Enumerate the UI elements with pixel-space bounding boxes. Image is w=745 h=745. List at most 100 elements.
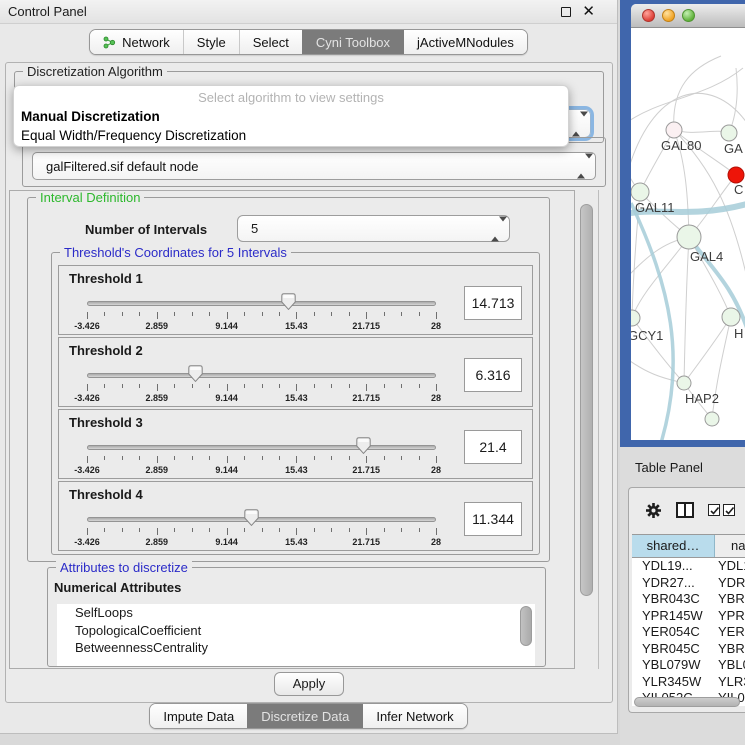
threshold-value-field[interactable]: 6.316 [464, 358, 522, 392]
column-header-shared-name[interactable]: shared… [632, 535, 715, 557]
spinner-arrows-icon [491, 221, 499, 236]
tab-discretize-data[interactable]: Discretize Data [247, 704, 362, 728]
tab-network[interactable]: Network [90, 30, 183, 54]
popup-item-manual-discretization[interactable]: Manual Discretization [14, 107, 568, 126]
column-header-name[interactable]: na [715, 535, 745, 557]
slider-thumb[interactable] [188, 365, 203, 382]
table-row[interactable]: YBL079WYBL0 [632, 657, 745, 674]
network-node-label: GAL80 [661, 138, 701, 153]
tick-mark [122, 528, 123, 532]
checkbox-icon[interactable] [708, 504, 720, 516]
network-node-c[interactable] [728, 167, 744, 183]
slider-track[interactable] [87, 517, 436, 522]
tick-mark [349, 456, 350, 460]
slider-thumb[interactable] [244, 509, 259, 526]
network-node-gal4[interactable] [677, 225, 701, 249]
close-icon[interactable]: ✕ [582, 2, 595, 20]
tick-mark [366, 456, 367, 463]
table-row[interactable]: YDL19...YDL1 [632, 558, 745, 575]
tab-select[interactable]: Select [239, 30, 302, 54]
attribute-list-item[interactable]: SelfLoops [57, 604, 535, 622]
network-canvas[interactable]: GAL80GACGAL11GAL4GCY1HHAP2 [631, 28, 745, 440]
scrollbar-thumb[interactable] [580, 204, 593, 596]
cell-name: YLR3 [715, 674, 745, 691]
table-row[interactable]: YER054CYER0 [632, 624, 745, 641]
network-node-hap2[interactable] [677, 376, 691, 390]
minimize-yellow-icon[interactable] [662, 9, 675, 22]
float-window-icon[interactable] [561, 7, 571, 17]
slider-track[interactable] [87, 301, 436, 306]
threshold-slider[interactable]: -3.4262.8599.14415.4321.71528 [87, 364, 436, 406]
tick-label: -3.426 [74, 393, 100, 403]
threshold-value-field[interactable]: 11.344 [464, 502, 522, 536]
table-row[interactable]: YBR043CYBR0 [632, 591, 745, 608]
tick-label: 15.43 [285, 465, 308, 475]
number-of-intervals-spinner[interactable]: 5 [237, 215, 510, 242]
table-data-combobox[interactable]: galFiltered.sif default node [32, 152, 596, 180]
tick-mark [436, 384, 437, 391]
tab-cyni-toolbox[interactable]: Cyni Toolbox [302, 30, 403, 54]
network-node-gcy1[interactable] [631, 310, 640, 326]
table-h-scrollbar[interactable] [632, 696, 745, 709]
columns-icon[interactable] [676, 502, 694, 518]
cell-shared-name: YLR345W [632, 674, 715, 691]
slider-track[interactable] [87, 373, 436, 378]
attribute-list-item[interactable]: TopologicalCoefficient [57, 622, 535, 640]
scrollbar-thumb[interactable] [634, 697, 740, 707]
network-node-gal80[interactable] [666, 122, 682, 138]
tick-mark [192, 456, 193, 460]
list-scrollbar[interactable] [520, 606, 532, 646]
threshold-slider[interactable]: -3.4262.8599.14415.4321.71528 [87, 292, 436, 334]
settings-scrollbar[interactable] [575, 190, 599, 669]
tick-mark [87, 312, 88, 319]
network-node[interactable] [705, 412, 719, 426]
tick-mark [157, 312, 158, 319]
gear-icon[interactable] [645, 502, 662, 519]
table-row[interactable]: YBR045CYBR0 [632, 641, 745, 658]
slider-tick-labels: -3.4262.8599.14415.4321.71528 [87, 393, 436, 404]
group-title: Interval Definition [36, 190, 144, 205]
threshold-slider[interactable]: -3.4262.8599.14415.4321.71528 [87, 436, 436, 478]
table-row[interactable]: YLR345WYLR3 [632, 674, 745, 691]
tick-mark [209, 456, 210, 460]
checkbox-icon[interactable] [723, 504, 735, 516]
slider-track[interactable] [87, 445, 436, 450]
tick-mark [262, 456, 263, 460]
tab-impute-data[interactable]: Impute Data [150, 704, 247, 728]
network-node-ga[interactable] [721, 125, 737, 141]
tick-label: 2.859 [146, 393, 169, 403]
threshold-slider[interactable]: -3.4262.8599.14415.4321.71528 [87, 508, 436, 550]
popup-item-equal-width-frequency[interactable]: Equal Width/Frequency Discretization [14, 126, 568, 145]
tab-infer-network[interactable]: Infer Network [362, 704, 466, 728]
tab-jactivemnodules[interactable]: jActiveMNodules [403, 30, 527, 54]
slider-thumb[interactable] [356, 437, 371, 454]
cell-name: YPR1 [715, 608, 745, 625]
zoom-green-icon[interactable] [682, 9, 695, 22]
network-node-h[interactable] [722, 308, 740, 326]
combo-arrows-icon [577, 159, 585, 174]
top-tab-bar: Network Style Select Cyni Toolbox jActiv… [0, 29, 617, 55]
network-edge[interactable] [729, 68, 737, 133]
threshold-value-field[interactable]: 21.4 [464, 430, 522, 464]
slider-thumb[interactable] [281, 293, 296, 310]
tick-mark [331, 528, 332, 532]
network-edge[interactable] [631, 68, 743, 123]
network-edge[interactable] [684, 237, 689, 383]
slider-ticks [87, 312, 436, 320]
tick-mark [349, 528, 350, 532]
tick-mark [174, 384, 175, 388]
tab-style[interactable]: Style [183, 30, 239, 54]
threshold-value-field[interactable]: 14.713 [464, 286, 522, 320]
network-node-gal11[interactable] [631, 183, 649, 201]
apply-button[interactable]: Apply [274, 672, 344, 696]
tick-label: 2.859 [146, 321, 169, 331]
tick-label: 28 [431, 465, 441, 475]
table-header-row: shared… na [632, 534, 745, 558]
close-red-icon[interactable] [642, 9, 655, 22]
attribute-list-item[interactable]: BetweennessCentrality [57, 639, 535, 657]
tick-mark [104, 312, 105, 316]
table-row[interactable]: YDR27...YDR2 [632, 575, 745, 592]
table-toolbar [629, 488, 745, 532]
table-row[interactable]: YPR145WYPR1 [632, 608, 745, 625]
network-edge[interactable] [631, 358, 684, 383]
